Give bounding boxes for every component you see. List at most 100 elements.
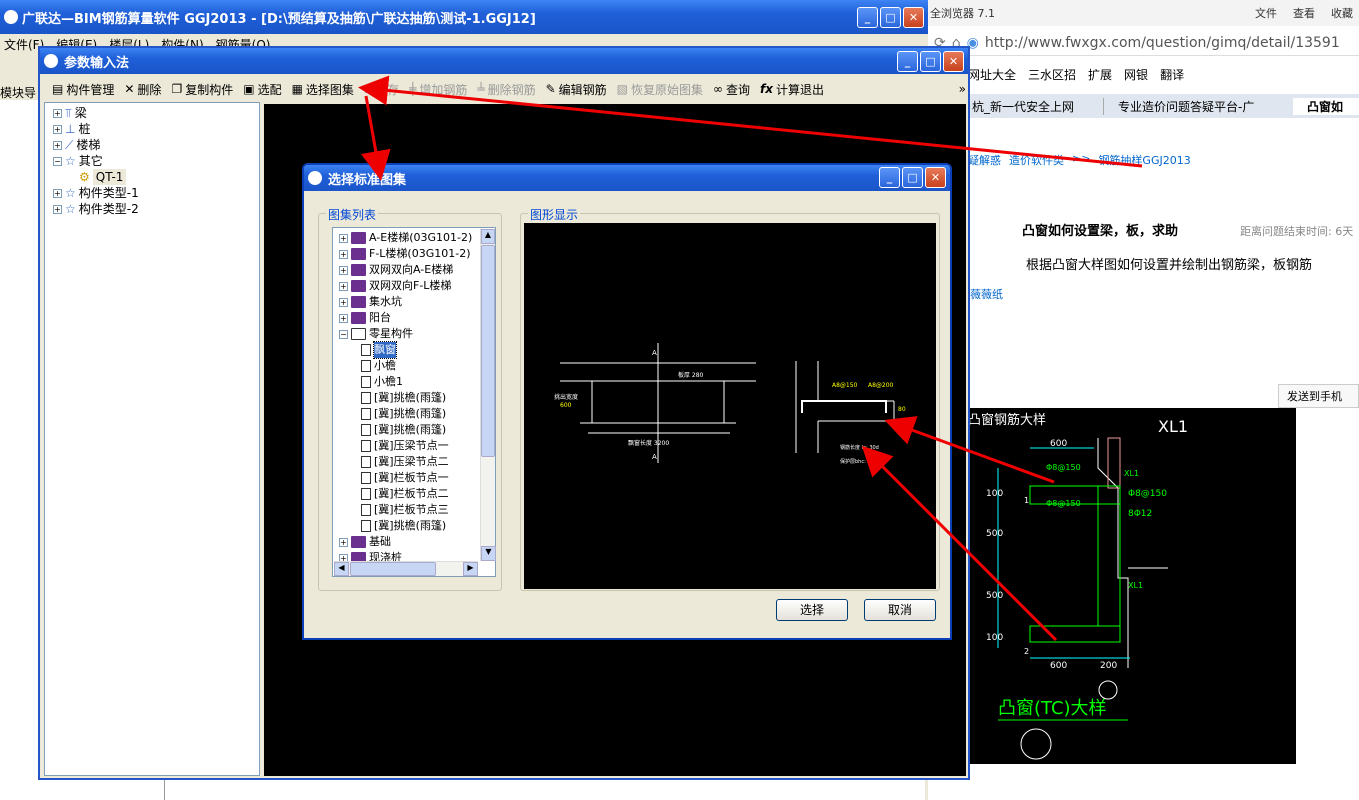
atlas-item[interactable]: + 阳台 [339, 310, 495, 326]
main-side-text: 模块导 [0, 86, 37, 100]
tree-node-beam[interactable]: + ⫪ 梁 [53, 105, 259, 121]
collapse-icon[interactable]: − [53, 156, 62, 166]
atlas-item[interactable]: + 集水坑 [339, 294, 495, 310]
scroll-right-icon[interactable]: ▶ [463, 562, 478, 576]
drawing-title-right: XL1 [1158, 417, 1188, 436]
breadcrumb-1[interactable]: 疑解惑 [968, 152, 1001, 168]
main-close-button[interactable]: ✕ [903, 7, 924, 28]
tree-node-type2[interactable]: + ☆ 构件类型-2 [53, 201, 259, 217]
bookmark-3[interactable]: 扩展 [1088, 66, 1112, 83]
expand-icon[interactable]: + [339, 313, 348, 323]
atlas-item[interactable]: + 双网双向F-L楼梯 [339, 278, 495, 294]
tree-node-other[interactable]: − ☆ 其它 [53, 153, 259, 169]
query-button[interactable]: ∞ 查询 [713, 81, 750, 98]
drawing-caption: 凸窗(TC)大样 [998, 698, 1107, 719]
hscroll-thumb[interactable] [350, 562, 436, 576]
dialog-close-button[interactable]: ✕ [925, 167, 946, 188]
atlas-item[interactable]: [冀]挑檐(雨篷) [339, 422, 495, 438]
atlas-item-label: [冀]挑檐(雨篷) [374, 407, 447, 420]
atlas-item[interactable]: [冀]压梁节点二 [339, 454, 495, 470]
breadcrumb-2[interactable]: 造价软件类 [1009, 152, 1064, 168]
collapse-icon[interactable]: − [339, 329, 348, 339]
expand-icon[interactable]: + [339, 249, 348, 259]
tree-node-stair[interactable]: + ⟋ 楼梯 [53, 137, 259, 153]
dialog-maximize-button[interactable]: □ [902, 167, 923, 188]
browser-menu-file[interactable]: 文件 [1255, 5, 1277, 21]
tree-node-qt1[interactable]: ⚙ QT-1 [53, 169, 259, 185]
window-length-label: 飘窗长度 3200 [628, 439, 669, 447]
document-icon [361, 456, 371, 468]
atlas-item[interactable]: [冀]栏板节点三 [339, 502, 495, 518]
browser-tab-3[interactable]: 凸窗如 [1293, 97, 1359, 115]
atlas-hscroll[interactable]: ◀ ▶ [334, 561, 478, 576]
scroll-left-icon[interactable]: ◀ [334, 562, 349, 576]
dialog-minimize-button[interactable]: _ [879, 167, 900, 188]
breadcrumb-3[interactable]: 钢筋抽样GGJ2013 [1098, 152, 1190, 168]
atlas-item[interactable]: + F-L楼梯(03G101-2) [339, 246, 495, 262]
atlas-vscroll[interactable]: ▲ ▼ [480, 229, 496, 561]
expand-icon[interactable]: + [339, 297, 348, 307]
cancel-button[interactable]: 取消 [864, 599, 936, 621]
atlas-item[interactable]: + A-E楼梯(03G101-2) [339, 230, 495, 246]
expand-icon[interactable]: + [53, 204, 62, 214]
expand-icon[interactable]: + [53, 140, 62, 150]
calc-exit-button[interactable]: fx 计算退出 [760, 81, 824, 98]
edit-rebar-icon: ✎ [545, 82, 556, 96]
edit-rebar-button[interactable]: ✎ 编辑钢筋 [546, 81, 607, 98]
main-maximize-button[interactable]: □ [880, 7, 901, 28]
expand-icon[interactable]: + [53, 108, 62, 118]
param-close-button[interactable]: ✕ [943, 51, 964, 72]
atlas-item[interactable]: 小檐1 [339, 374, 495, 390]
scroll-up-icon[interactable]: ▲ [481, 229, 495, 244]
scroll-thumb[interactable] [481, 245, 495, 457]
copy-component-button[interactable]: ❐ 复制构件 [171, 81, 233, 98]
component-manage-button[interactable]: ▤ 构件管理 [52, 81, 114, 98]
bookmark-1[interactable]: 网址大全 [968, 66, 1016, 83]
browser-tab-2[interactable]: 专业造价问题答疑平台-广 [1103, 97, 1293, 115]
atlas-item[interactable]: + 双网双向A-E楼梯 [339, 262, 495, 278]
stair-icon: ⟋ [65, 138, 74, 152]
bookmark-5[interactable]: 翻译 [1160, 66, 1184, 83]
atlas-item[interactable]: + 基础 [339, 534, 495, 550]
atlas-item[interactable]: [冀]压梁节点一 [339, 438, 495, 454]
atlas-item[interactable]: [冀]挑檐(雨篷) [339, 390, 495, 406]
bookmark-2[interactable]: 三水区招 [1028, 66, 1076, 83]
atlas-item[interactable]: [冀]挑檐(雨篷) [339, 406, 495, 422]
atlas-item-label: [冀]栏板节点三 [374, 503, 449, 516]
main-minimize-button[interactable]: _ [857, 7, 878, 28]
book-icon [351, 248, 366, 260]
url-text[interactable]: http://www.fwxgx.com/question/gimq/detai… [985, 35, 1340, 51]
select-config-button[interactable]: ▣ 选配 [243, 81, 281, 98]
expand-icon[interactable]: + [339, 233, 348, 243]
atlas-item[interactable]: 小檐 [339, 358, 495, 374]
send-phone-button[interactable]: 发送到手机 [1278, 384, 1359, 408]
atlas-item[interactable]: [冀]栏板节点一 [339, 470, 495, 486]
expand-icon[interactable]: + [339, 265, 348, 275]
bookmark-4[interactable]: 网银 [1124, 66, 1148, 83]
expand-icon[interactable]: + [53, 188, 62, 198]
atlas-item-label: F-L楼梯(03G101-2) [369, 247, 471, 260]
address-bar[interactable]: ⟳ ⌂ ◉ http://www.fwxgx.com/question/gimq… [928, 30, 1359, 56]
browser-menu-view[interactable]: 查看 [1293, 5, 1315, 21]
ok-button[interactable]: 选择 [776, 599, 848, 621]
toolbar-overflow[interactable]: » [959, 82, 966, 96]
tree-node-type1[interactable]: + ☆ 构件类型-1 [53, 185, 259, 201]
delete-button[interactable]: ✕ 删除 [124, 81, 161, 98]
scroll-down-icon[interactable]: ▼ [481, 546, 496, 561]
main-title-bar: 广联达—BIM钢筋算量软件 GGJ2013 - [D:\预结算及抽筋\广联达抽筋… [0, 0, 928, 34]
expand-icon[interactable]: + [339, 281, 348, 291]
atlas-item[interactable]: 飘窗 [339, 341, 495, 359]
select-atlas-button[interactable]: ▦ 选择图集 [292, 81, 354, 98]
tree-node-pile[interactable]: + ⊥ 桩 [53, 121, 259, 137]
question-user[interactable]: 薇薇纸 [970, 286, 1003, 302]
param-minimize-button[interactable]: _ [897, 51, 918, 72]
atlas-item[interactable]: [冀]栏板节点二 [339, 486, 495, 502]
atlas-item[interactable]: − 零星构件 [339, 326, 495, 342]
expand-icon[interactable]: + [53, 124, 62, 134]
browser-menu-favorites[interactable]: 收藏 [1331, 5, 1353, 21]
breadcrumb: 疑解惑 造价软件类 >> 钢筋抽样GGJ2013 [968, 152, 1191, 168]
atlas-item[interactable]: [冀]挑檐(雨篷) [339, 518, 495, 534]
param-maximize-button[interactable]: □ [920, 51, 941, 72]
expand-icon[interactable]: + [339, 537, 348, 547]
atlas-item-label: 阳台 [369, 311, 391, 324]
